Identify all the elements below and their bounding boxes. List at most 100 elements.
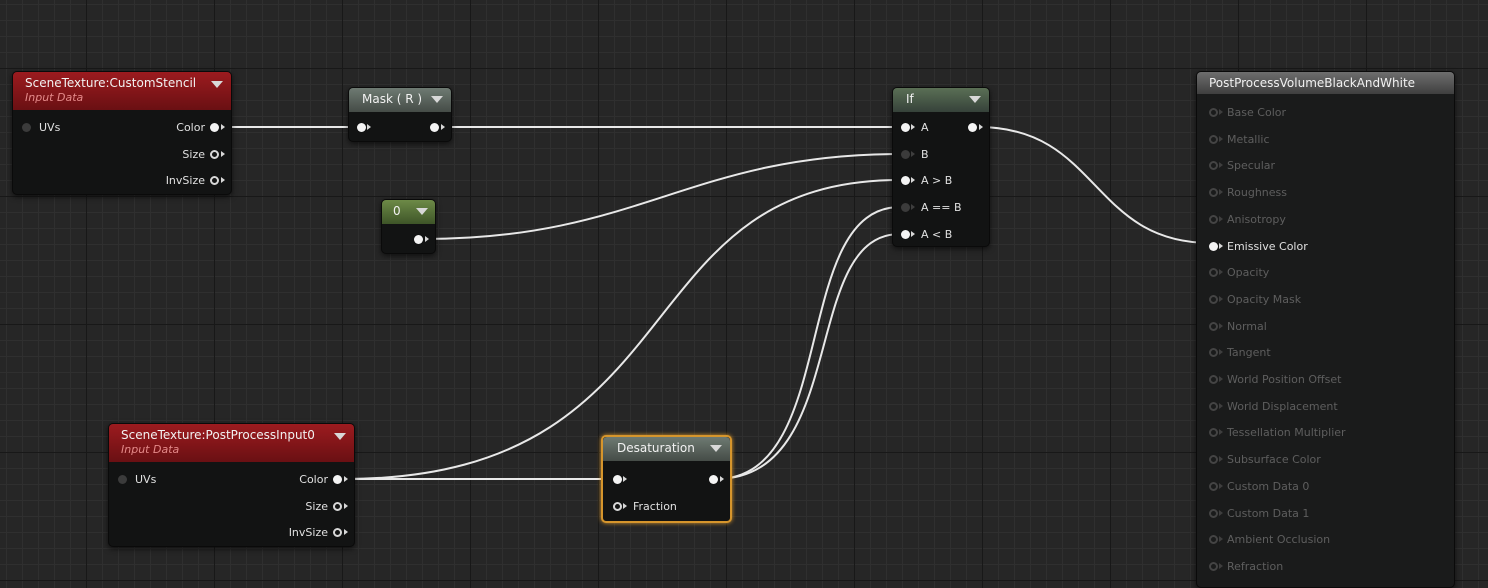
pin-arrow-icon: [1219, 349, 1223, 356]
input-label-a-lt-b: A < B: [921, 228, 953, 241]
pin-arrow-icon: [1219, 322, 1223, 329]
pin-arrow-icon: [367, 124, 371, 130]
input-label-world-position-offset: World Position Offset: [1227, 373, 1342, 386]
input-pin-custom-data-1[interactable]: [1209, 508, 1218, 518]
output-label-color: Color: [176, 121, 205, 134]
input-pin-tessellation-multiplier[interactable]: [1209, 428, 1218, 438]
node-material-result[interactable]: PostProcessVolumeBlackAndWhite Base Colo…: [1196, 71, 1455, 588]
pin-arrow-icon: [1219, 482, 1223, 489]
input-pin-roughness[interactable]: [1209, 188, 1218, 198]
pin-arrow-icon: [221, 177, 225, 183]
chevron-down-icon[interactable]: [431, 96, 443, 103]
input-label-opacity: Opacity: [1227, 266, 1270, 280]
output-pin[interactable]: [968, 123, 977, 132]
node-desaturation[interactable]: Desaturation Fraction: [601, 435, 732, 523]
input-pin-ambient-occlusion[interactable]: [1209, 535, 1218, 545]
input-label-base-color: Base Color: [1227, 106, 1287, 119]
pin-arrow-icon: [623, 503, 627, 509]
pin-arrow-icon: [1219, 135, 1223, 142]
wire-if-to-emissive: [977, 126, 1212, 244]
output-pin-invsize[interactable]: [210, 176, 219, 185]
input-pin[interactable]: [613, 475, 622, 484]
pin-arrow-icon: [911, 151, 915, 157]
node-header[interactable]: Mask ( R ): [349, 88, 451, 112]
output-label-invsize: InvSize: [165, 174, 205, 187]
input-label-normal: Normal: [1227, 319, 1267, 333]
input-label-metallic: Metallic: [1227, 132, 1270, 146]
input-pin-uvs[interactable]: [22, 123, 31, 132]
output-pin-color[interactable]: [333, 475, 342, 484]
node-if[interactable]: If A B A > B A == B A < B: [892, 87, 990, 247]
input-pin-a-lt-b[interactable]: [901, 230, 910, 239]
output-pin-color[interactable]: [210, 123, 219, 132]
input-pin-opacity[interactable]: [1209, 268, 1218, 278]
input-pin-a[interactable]: [901, 123, 910, 132]
node-title: PostProcessVolumeBlackAndWhite: [1209, 76, 1416, 90]
output-pin-size[interactable]: [210, 150, 219, 159]
output-pin[interactable]: [709, 475, 718, 484]
input-label-roughness: Roughness: [1227, 186, 1288, 200]
chevron-down-icon[interactable]: [710, 445, 722, 452]
node-title: Desaturation: [617, 441, 695, 455]
input-pin-anisotropy[interactable]: [1209, 214, 1218, 224]
input-pin-opacity-mask[interactable]: [1209, 294, 1218, 304]
wire-desat-to-if-altb: [715, 233, 901, 480]
input-pin-custom-data-0[interactable]: [1209, 481, 1218, 491]
node-header[interactable]: If: [893, 88, 989, 112]
input-pin-a-eq-b[interactable]: [901, 203, 910, 212]
pin-arrow-icon: [344, 476, 348, 482]
node-mask[interactable]: Mask ( R ): [348, 87, 452, 142]
pin-arrow-icon: [1219, 509, 1223, 516]
node-title: SceneTexture:CustomStencil: [25, 76, 197, 90]
input-pin-world-position-offset[interactable]: [1209, 375, 1218, 384]
pin-arrow-icon: [1219, 189, 1223, 196]
node-header[interactable]: 0: [382, 200, 435, 224]
node-header[interactable]: Desaturation: [603, 437, 730, 461]
output-pin[interactable]: [414, 235, 423, 244]
output-pin-size[interactable]: [333, 502, 342, 511]
input-label-custom-data-1: Custom Data 1: [1227, 506, 1310, 520]
input-pin-base-color[interactable]: [1209, 108, 1218, 117]
input-pin-metallic[interactable]: [1209, 134, 1218, 144]
input-pin-emissive-color[interactable]: [1209, 241, 1218, 251]
pin-arrow-icon: [1219, 402, 1223, 409]
node-scene-texture-custom-stencil[interactable]: SceneTexture:CustomStencil Input Data UV…: [12, 71, 232, 195]
output-label-invsize: InvSize: [288, 526, 328, 539]
node-header[interactable]: PostProcessVolumeBlackAndWhite: [1197, 72, 1454, 94]
input-label-a-gt-b: A > B: [921, 174, 953, 187]
chevron-down-icon[interactable]: [334, 433, 346, 440]
pin-arrow-icon: [1219, 242, 1223, 249]
input-pin-specular[interactable]: [1209, 161, 1218, 171]
pin-arrow-icon: [221, 151, 225, 157]
node-header[interactable]: SceneTexture:PostProcessInput0 Input Dat…: [109, 424, 354, 462]
input-pin-refraction[interactable]: [1209, 561, 1218, 571]
input-pin-uvs[interactable]: [118, 475, 127, 484]
input-pin-tangent[interactable]: [1209, 348, 1218, 358]
input-pin-subsurface-color[interactable]: [1209, 455, 1218, 465]
node-header[interactable]: SceneTexture:CustomStencil Input Data: [13, 72, 231, 110]
output-pin-invsize[interactable]: [333, 528, 342, 537]
input-pin[interactable]: [357, 123, 366, 132]
chevron-down-icon[interactable]: [211, 81, 223, 88]
pin-arrow-icon: [911, 124, 915, 130]
input-label-emissive-color: Emissive Color: [1227, 239, 1308, 253]
pin-arrow-icon: [1219, 456, 1223, 463]
pin-arrow-icon: [1219, 536, 1223, 543]
chevron-down-icon[interactable]: [416, 208, 428, 215]
pin-arrow-icon: [1219, 162, 1223, 169]
pin-arrow-icon: [1219, 295, 1223, 302]
input-pin-b[interactable]: [901, 150, 910, 159]
wire-desat-to-if-aeqb: [715, 206, 901, 480]
input-pin-world-displacement[interactable]: [1209, 401, 1218, 411]
node-constant[interactable]: 0: [381, 199, 436, 254]
output-pin[interactable]: [430, 123, 439, 132]
input-pin-fraction[interactable]: [613, 502, 622, 511]
pin-arrow-icon: [911, 231, 915, 237]
pin-arrow-icon: [1219, 376, 1223, 382]
pin-arrow-icon: [1219, 429, 1223, 436]
input-pin-a-gt-b[interactable]: [901, 176, 910, 185]
pin-arrow-icon: [623, 476, 627, 482]
node-scene-texture-post-process-input[interactable]: SceneTexture:PostProcessInput0 Input Dat…: [108, 423, 355, 547]
input-pin-normal[interactable]: [1209, 321, 1218, 331]
chevron-down-icon[interactable]: [969, 96, 981, 103]
